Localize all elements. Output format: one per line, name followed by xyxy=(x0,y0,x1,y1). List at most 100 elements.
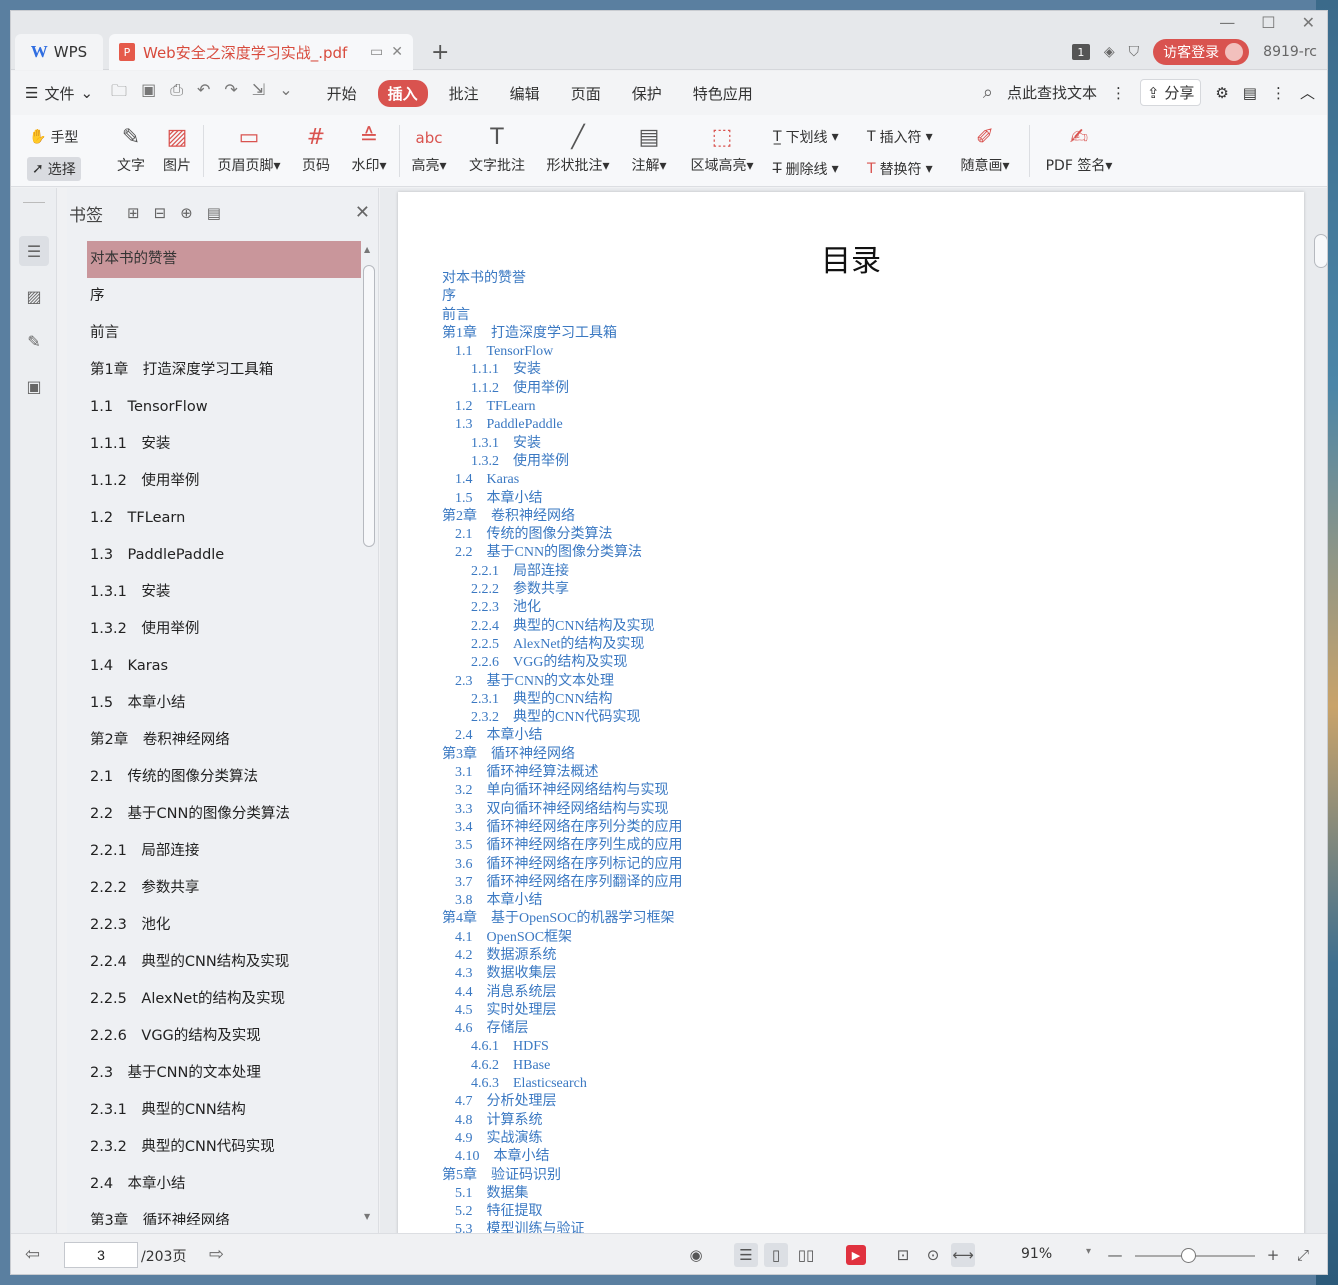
toc-link[interactable]: 2.3 基于CNN的文本处理 xyxy=(442,673,683,691)
strikethrough-button[interactable]: T̶ 删除线 ▾ xyxy=(773,159,839,179)
signature-panel-icon[interactable]: ▣ xyxy=(19,371,49,401)
toc-link[interactable]: 4.6.1 HDFS xyxy=(442,1038,683,1056)
area-highlight-button[interactable]: ⬚ 区域高亮▾ xyxy=(685,121,759,175)
toc-link[interactable]: 4.10 本章小结 xyxy=(442,1148,683,1166)
zoom-slider[interactable] xyxy=(1135,1248,1255,1263)
bookmark-settings-icon[interactable]: ▤ xyxy=(207,204,221,222)
more-dropdown-icon[interactable]: ⌄ xyxy=(279,80,292,107)
bookmark-item[interactable]: 1.4 Karas xyxy=(87,648,361,685)
double-page-icon[interactable]: ▯▯ xyxy=(794,1243,818,1267)
toc-link[interactable]: 4.6 存储层 xyxy=(442,1020,683,1038)
file-menu-button[interactable]: ☰ 文件 ⌄ xyxy=(25,83,93,104)
bookmark-item[interactable]: 2.2.6 VGG的结构及实现 xyxy=(87,1018,361,1055)
toc-link[interactable]: 1.5 本章小结 xyxy=(442,490,683,508)
chat-icon[interactable]: ▤ xyxy=(1243,84,1257,102)
bookmark-item[interactable]: 1.1.1 安装 xyxy=(87,426,361,463)
bookmark-item[interactable]: 2.3 基于CNN的文本处理 xyxy=(87,1055,361,1092)
toc-link[interactable]: 1.1.1 安装 xyxy=(442,361,683,379)
bookmarks-panel-icon[interactable]: ☰ xyxy=(19,236,49,266)
header-footer-button[interactable]: ▭ 页眉页脚▾ xyxy=(211,121,287,175)
annotation-button[interactable]: ▤ 注解▾ xyxy=(627,121,671,175)
redo-icon[interactable]: ↷ xyxy=(224,80,237,107)
undo-icon[interactable]: ↶ xyxy=(197,80,210,107)
shirt-icon[interactable]: ⛉ xyxy=(1129,44,1140,60)
toc-link[interactable]: 第1章 打造深度学习工具箱 xyxy=(442,325,683,343)
toc-link[interactable]: 4.5 实时处理层 xyxy=(442,1002,683,1020)
bookmark-item[interactable]: 2.3.2 典型的CNN代码实现 xyxy=(87,1129,361,1166)
toc-link[interactable]: 对本书的赞誉 xyxy=(442,270,683,288)
export-icon[interactable]: ⇲ xyxy=(252,80,265,107)
toc-link[interactable]: 4.2 数据源系统 xyxy=(442,947,683,965)
fullscreen-icon[interactable]: ⤢ xyxy=(1291,1243,1315,1267)
single-page-icon[interactable]: ▯ xyxy=(764,1243,788,1267)
toc-link[interactable]: 2.2.1 局部连接 xyxy=(442,563,683,581)
toc-link[interactable]: 1.1 TensorFlow xyxy=(442,343,683,361)
toc-link[interactable]: 2.1 传统的图像分类算法 xyxy=(442,526,683,544)
toc-link[interactable]: 3.8 本章小结 xyxy=(442,892,683,910)
toc-link[interactable]: 3.3 双向循环神经网络结构与实现 xyxy=(442,801,683,819)
prev-page-icon[interactable]: ⇦ xyxy=(25,1244,40,1265)
annotation-panel-icon[interactable]: ✎ xyxy=(19,326,49,356)
toc-link[interactable]: 3.1 循环神经算法概述 xyxy=(442,764,683,782)
search-text-button[interactable]: 点此查找文本 xyxy=(1007,82,1097,103)
toc-link[interactable]: 1.1.2 使用举例 xyxy=(442,380,683,398)
toc-link[interactable]: 第4章 基于OpenSOC的机器学习框架 xyxy=(442,910,683,928)
fit-width-icon[interactable]: ⟷ xyxy=(951,1243,975,1267)
toc-link[interactable]: 3.4 循环神经网络在序列分类的应用 xyxy=(442,819,683,837)
bookmark-item[interactable]: 2.2 基于CNN的图像分类算法 xyxy=(87,796,361,833)
toc-link[interactable]: 1.2 TFLearn xyxy=(442,398,683,416)
scroll-down-icon[interactable]: ▼ xyxy=(364,1212,370,1221)
document-scrollbar[interactable] xyxy=(1313,226,1327,1226)
replace-mark-button[interactable]: T 替换符 ▾ xyxy=(867,159,933,179)
fit-page-icon[interactable]: ⊙ xyxy=(921,1243,945,1267)
bookmark-item[interactable]: 2.2.3 池化 xyxy=(87,907,361,944)
new-tab-button[interactable]: + xyxy=(431,40,449,65)
menu-tab-features[interactable]: 特色应用 xyxy=(683,80,763,107)
menu-tab-page[interactable]: 页面 xyxy=(561,80,611,107)
add-bookmark-icon[interactable]: ⊕ xyxy=(180,204,193,222)
save-icon[interactable]: ▣ xyxy=(141,80,156,107)
bookmark-item[interactable]: 2.3.1 典型的CNN结构 xyxy=(87,1092,361,1129)
toc-link[interactable]: 2.3.1 典型的CNN结构 xyxy=(442,691,683,709)
page-number-input[interactable] xyxy=(64,1242,138,1268)
share-button[interactable]: ⇪ 分享 xyxy=(1139,79,1202,106)
close-tab-icon[interactable]: ✕ xyxy=(391,44,403,60)
toc-link[interactable]: 4.1 OpenSOC框架 xyxy=(442,929,683,947)
screen-icon[interactable]: ▭ xyxy=(370,44,383,60)
toc-link[interactable]: 5.3 模型训练与验证 xyxy=(442,1221,683,1233)
highlight-button[interactable]: abc 高亮▾ xyxy=(407,121,451,175)
toc-link[interactable]: 3.7 循环神经网络在序列翻译的应用 xyxy=(442,874,683,892)
toc-link[interactable]: 4.6.2 HBase xyxy=(442,1057,683,1075)
menu-tab-comment[interactable]: 批注 xyxy=(439,80,489,107)
bookmark-scrollbar[interactable]: ▲ ▼ xyxy=(362,241,375,1225)
minimize-icon[interactable]: — xyxy=(1219,13,1235,32)
hand-tool-button[interactable]: ✋ 手型 xyxy=(29,127,78,147)
search-icon[interactable]: ⌕ xyxy=(983,82,993,103)
maximize-icon[interactable]: ☐ xyxy=(1261,13,1275,32)
toc-link[interactable]: 1.3 PaddlePaddle xyxy=(442,416,683,434)
toc-link[interactable]: 2.2 基于CNN的图像分类算法 xyxy=(442,544,683,562)
bookmark-item[interactable]: 1.1 TensorFlow xyxy=(87,389,361,426)
page-number-button[interactable]: # 页码 xyxy=(299,121,333,175)
thumbnail-icon[interactable]: ▨ xyxy=(19,281,49,311)
visitor-login-button[interactable]: 访客登录 xyxy=(1153,39,1250,65)
bookmark-item[interactable]: 2.2.2 参数共享 xyxy=(87,870,361,907)
close-panel-icon[interactable]: ✕ xyxy=(355,202,370,223)
toc-link[interactable]: 前言 xyxy=(442,307,683,325)
zoom-slider-knob[interactable] xyxy=(1181,1248,1196,1263)
collapse-ribbon-icon[interactable]: ︿ xyxy=(1300,82,1315,103)
underline-button[interactable]: T̲ 下划线 ▾ xyxy=(773,127,839,147)
toc-link[interactable]: 1.3.2 使用举例 xyxy=(442,453,683,471)
eye-protection-icon[interactable]: ◉ xyxy=(684,1243,708,1267)
toc-link[interactable]: 第2章 卷积神经网络 xyxy=(442,508,683,526)
toc-link[interactable]: 2.2.3 池化 xyxy=(442,599,683,617)
skin-icon[interactable]: ◈ xyxy=(1104,44,1115,60)
next-page-icon[interactable]: ⇨ xyxy=(209,1244,224,1265)
close-window-icon[interactable]: ✕ xyxy=(1302,13,1315,32)
menu-tab-protect[interactable]: 保护 xyxy=(622,80,672,107)
actual-size-icon[interactable]: ⊡ xyxy=(891,1243,915,1267)
toc-link[interactable]: 序 xyxy=(442,288,683,306)
zoom-dropdown-icon[interactable]: ▾ xyxy=(1086,1246,1091,1257)
toc-link[interactable]: 1.4 Karas xyxy=(442,471,683,489)
bookmark-item[interactable]: 第2章 卷积神经网络 xyxy=(87,722,361,759)
